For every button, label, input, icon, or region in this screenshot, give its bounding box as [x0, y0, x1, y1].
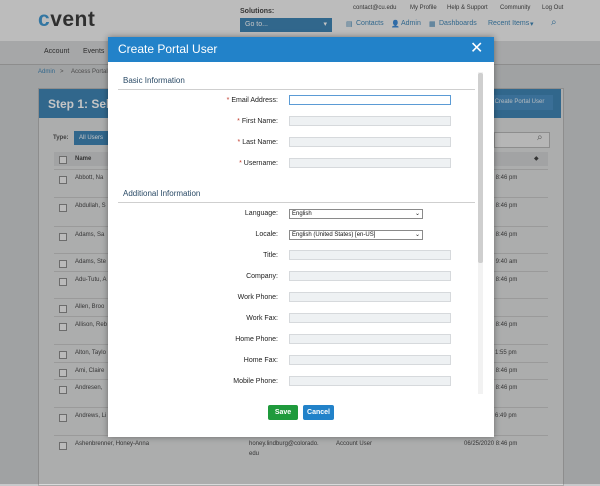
chevron-down-icon: ⌄ — [414, 211, 420, 217]
company-label: Company: — [246, 273, 278, 280]
mobile-phone-field[interactable] — [289, 376, 451, 386]
title-field[interactable] — [289, 250, 451, 260]
language-select[interactable]: English ⌄ — [289, 209, 423, 219]
chevron-down-icon: ⌄ — [414, 232, 420, 238]
username-field[interactable] — [289, 158, 451, 168]
home-fax-field[interactable] — [289, 355, 451, 365]
divider — [118, 89, 475, 90]
close-icon[interactable]: ✕ — [470, 38, 483, 58]
company-field[interactable] — [289, 271, 451, 281]
work-phone-field[interactable] — [289, 292, 451, 302]
work-fax-field[interactable] — [289, 313, 451, 323]
home-phone-field[interactable] — [289, 334, 451, 344]
divider — [118, 202, 475, 203]
first-name-field[interactable] — [289, 116, 451, 126]
locale-label: Locale: — [255, 231, 278, 238]
home-phone-label: Home Phone: — [235, 336, 278, 343]
dialog-scrollbar-thumb[interactable] — [478, 73, 483, 263]
work-fax-label: Work Fax: — [246, 315, 278, 322]
dialog-title: Create Portal User — [118, 42, 218, 56]
language-label: Language: — [244, 210, 278, 217]
first-name-label: * First Name: — [237, 118, 278, 125]
save-button[interactable]: Save — [268, 405, 298, 420]
title-label: Title: — [263, 252, 278, 259]
email-label: * Email Address: — [226, 97, 278, 104]
locale-select[interactable]: English (United States) [en-US] ⌄ — [289, 230, 423, 240]
cancel-button[interactable]: Cancel — [303, 405, 334, 420]
email-field[interactable] — [289, 95, 451, 105]
last-name-field[interactable] — [289, 137, 451, 147]
mobile-phone-label: Mobile Phone: — [233, 378, 278, 385]
additional-information-heading: Additional Information — [123, 189, 201, 198]
basic-information-heading: Basic Information — [123, 76, 185, 85]
work-phone-label: Work Phone: — [237, 294, 278, 301]
home-fax-label: Home Fax: — [243, 357, 278, 364]
username-label: * Username: — [239, 160, 278, 167]
last-name-label: * Last Name: — [237, 139, 278, 146]
